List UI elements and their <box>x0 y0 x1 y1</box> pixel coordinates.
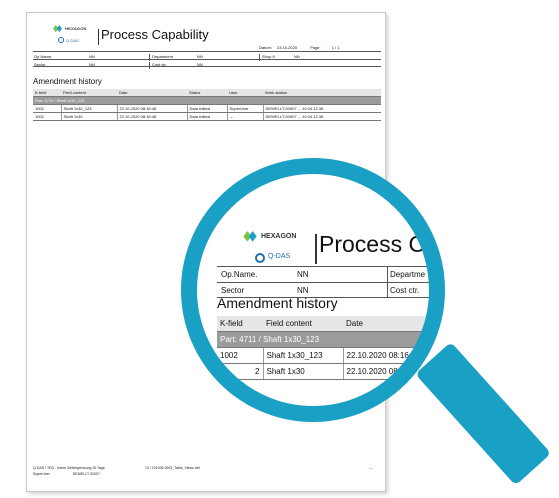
zoom-info-row-1: Op.Name. NN Departme <box>217 266 439 282</box>
footer-line-2-row: SuperUser DEWEI-LT-00007 <box>33 471 105 477</box>
qdas-logo-icon <box>255 253 265 263</box>
table-header-row: K-field Field content Date Status User W… <box>33 89 381 97</box>
table-row: 1002 Shaft 1x30_123 22.10.2020 08:16:46 … <box>33 104 381 113</box>
department-value: NN <box>197 53 203 59</box>
column-header: User <box>227 89 263 97</box>
zoom-sector-label: Sector <box>221 286 245 295</box>
cell-workstation: DEWEI-LT-00007 , , 10.04.12.36 <box>263 112 381 121</box>
shop-label: Shop fl. <box>262 53 276 59</box>
zoom-op-name-value: NN <box>297 270 309 279</box>
hexagon-brand-text: HEXAGON <box>65 26 87 31</box>
page-footer: Q-DAS / TEQ - Intern Zeitbegrenzung 90 T… <box>33 465 200 477</box>
title-divider <box>98 29 99 45</box>
cell-kfield: 1002 <box>33 104 62 113</box>
zoom-column-header: Date <box>343 316 439 332</box>
footer-dash: --- <box>369 465 373 470</box>
zoom-qdas-brand: Q-DAS <box>268 253 291 260</box>
document-header: HEXAGON Q-DAS Process Capability Datum: … <box>33 19 381 50</box>
group-label: Part: 4711 / Shaft 1x30_123 <box>33 96 381 105</box>
column-header: Status <box>187 89 227 97</box>
table-row: 2 Shaft 1x30 22.10.2020 08:16:4 <box>217 363 439 380</box>
qdas-logo-icon <box>58 37 64 43</box>
cost-value: NN <box>197 61 203 67</box>
column-header: Field content <box>61 89 117 97</box>
page-title: Process Capability <box>101 27 209 42</box>
meta-line: Datum: 23.10.2020 Page: 1 / 1 <box>259 45 344 50</box>
zoom-page-title: Process Cap <box>319 231 439 257</box>
zoom-column-header: K-field <box>217 316 263 332</box>
cell-content: Shaft 1x30_123 <box>61 104 118 113</box>
table-group-row: Part: 4711 / Shaft 1x30_123 <box>33 96 381 105</box>
column-header: K-field <box>33 89 61 97</box>
sector-label: Sector <box>34 61 46 67</box>
zoom-cell-date: 22.10.2020 08:16:4 <box>343 363 439 380</box>
cell-content: Shaft 1x30 <box>61 112 118 121</box>
footer-workstation: DEWEI-LT-00007 <box>72 472 100 476</box>
zoom-op-name-label: Op.Name. <box>221 270 258 279</box>
sector-value: NN <box>89 61 95 67</box>
magnifier-lens: HEXAGON Q-DAS Process Cap Op.Name. NN De… <box>187 164 439 416</box>
zoom-cell-content: Shaft 1x30_123 <box>263 347 344 364</box>
op-name-value: NN <box>89 53 95 59</box>
zoom-amendment-table: K-field Field content Date Part: 4711 / … <box>217 316 439 380</box>
info-row-1: Op.Name. NN Department NN Shop fl. NN <box>33 51 381 61</box>
amendment-table: K-field Field content Date Status User W… <box>33 89 381 121</box>
page-label: Page: <box>310 45 321 50</box>
hexagon-logo-icon <box>53 25 62 33</box>
zoom-cell-date: 22.10.2020 08:16:46 <box>343 347 439 364</box>
zoom-cost-label: Cost ctr. <box>390 286 420 295</box>
zoomed-view: HEXAGON Q-DAS Process Cap Op.Name. NN De… <box>187 164 439 416</box>
cell-kfield: 1002 <box>33 112 62 121</box>
zoom-title-divider <box>315 234 317 264</box>
table-row: 1002 Shaft 1x30 22.10.2020 08:16:46 Data… <box>33 112 381 121</box>
zoom-table-header-row: K-field Field content Date <box>217 316 439 332</box>
cell-workstation: DEWEI-LT-00007 , , 10.04.12.36 <box>263 104 381 113</box>
zoom-table-group-row: Part: 4711 / Shaft 1x30_123 <box>217 331 439 348</box>
zoom-hexagon-brand: HEXAGON <box>261 233 297 240</box>
footer-file: 13 / 201006 0003_Table_Views.def <box>145 466 200 470</box>
hexagon-logo-icon <box>243 231 257 242</box>
zoom-cell-kfield: 2 <box>217 363 264 380</box>
cell-user: --- <box>227 112 264 121</box>
section-title: Amendment history <box>33 77 102 86</box>
shop-value: NN <box>294 53 300 59</box>
zoom-cell-kfield: 1002 <box>217 347 264 364</box>
info-row-2: Sector NN Cost ctr. NN <box>33 59 381 69</box>
qdas-brand-text: Q-DAS <box>66 38 79 43</box>
cell-status: Data edited <box>187 104 228 113</box>
table-row: 1002 Shaft 1x30_123 22.10.2020 08:16:46 <box>217 347 439 364</box>
cell-user: SuperUser <box>227 104 264 113</box>
zoom-department-label: Departme <box>390 270 426 279</box>
page-value: 1 / 1 <box>331 45 340 50</box>
zoom-cell-content: Shaft 1x30 <box>263 363 344 380</box>
zoom-group-label: Part: 4711 / Shaft 1x30_123 <box>217 331 439 348</box>
date-label: Datum: <box>259 45 272 50</box>
cell-status: Data edited <box>187 112 228 121</box>
cell-date: 22.10.2020 08:16:46 <box>117 112 188 121</box>
zoom-sector-value: NN <box>297 286 309 295</box>
op-name-label: Op.Name. <box>34 53 53 59</box>
date-value: 23.10.2020 <box>277 45 298 50</box>
column-header: Work station <box>263 89 381 97</box>
cost-label: Cost ctr. <box>152 61 167 67</box>
column-header: Date <box>117 89 187 97</box>
zoom-section-title: Amendment history <box>217 295 338 311</box>
footer-user: SuperUser <box>33 472 50 476</box>
department-label: Department <box>152 53 173 59</box>
cell-date: 22.10.2020 08:16:46 <box>117 104 188 113</box>
zoom-column-header: Field content <box>263 316 343 332</box>
